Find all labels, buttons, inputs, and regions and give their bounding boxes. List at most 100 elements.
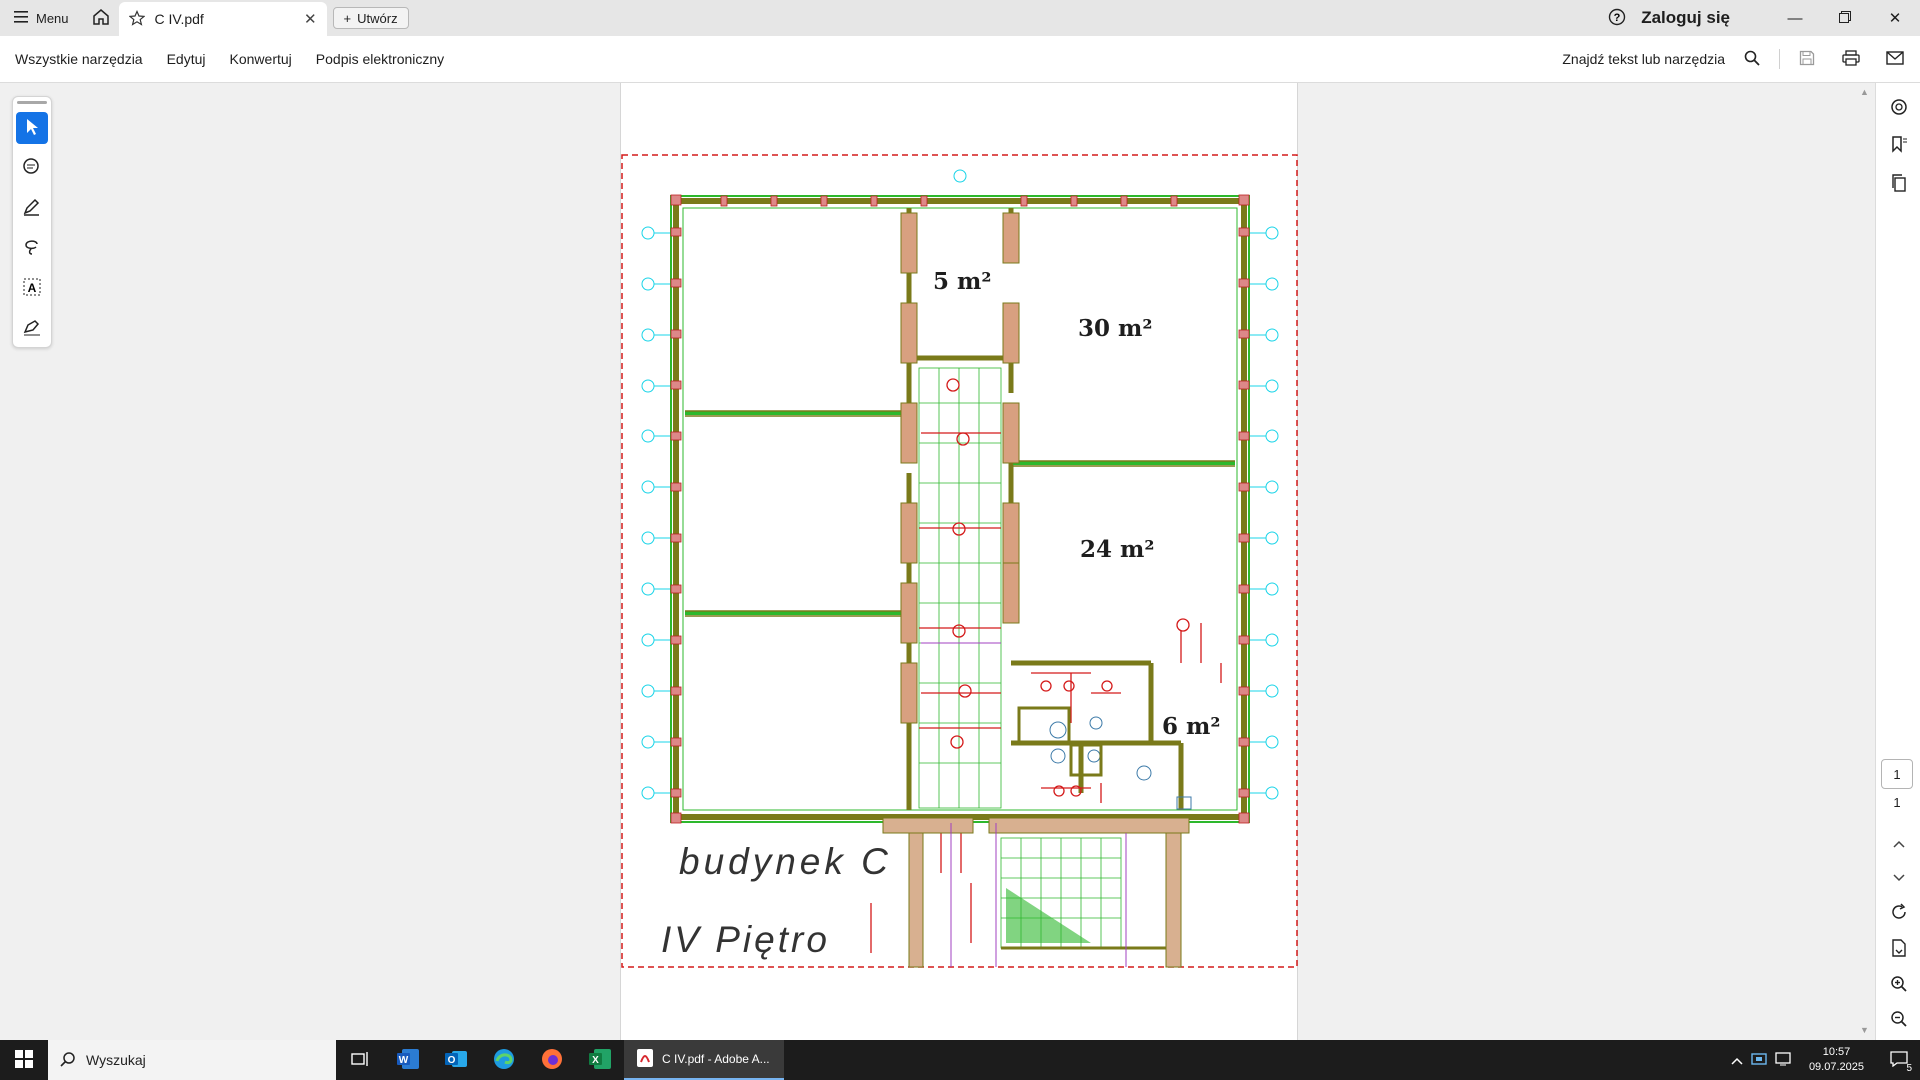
taskbar-search[interactable]: Wyszukaj bbox=[48, 1040, 336, 1080]
total-pages: 1 bbox=[1893, 795, 1901, 810]
login-button[interactable]: Zaloguj się bbox=[1641, 8, 1730, 28]
pen-icon bbox=[22, 197, 42, 220]
search-icon bbox=[60, 1051, 76, 1070]
menu-edit[interactable]: Edytuj bbox=[155, 51, 218, 67]
clock-date: 09.07.2025 bbox=[1808, 1061, 1864, 1073]
menu-convert[interactable]: Konwertuj bbox=[218, 51, 304, 67]
search-icon bbox=[1744, 50, 1760, 69]
close-icon: ✕ bbox=[1888, 10, 1902, 27]
print-icon bbox=[1842, 49, 1860, 69]
room-label-30: 30 m² bbox=[1078, 315, 1153, 342]
room-label-6: 6 m² bbox=[1162, 713, 1221, 740]
acrobat-taskbar-item[interactable]: C IV.pdf - Adobe A... bbox=[624, 1040, 784, 1080]
windows-icon bbox=[15, 1049, 33, 1071]
monitor-icon[interactable] bbox=[1775, 1051, 1791, 1069]
firefox-app[interactable] bbox=[528, 1040, 576, 1080]
zoom-out-icon bbox=[1890, 1010, 1908, 1031]
zoom-in-button[interactable] bbox=[1882, 968, 1916, 1002]
system-tray: 10:57 09.07.2025 5 bbox=[1731, 1040, 1920, 1080]
find-label[interactable]: Znajdź tekst lub narzędzia bbox=[1562, 51, 1725, 67]
outlook-icon: O bbox=[444, 1048, 468, 1073]
select-tool[interactable] bbox=[16, 112, 48, 144]
title-bar: Menu C IV.pdf ✕ + Utwórz ? Zaloguj się —… bbox=[0, 0, 1920, 36]
zoom-in-icon bbox=[1890, 975, 1908, 996]
network-icon[interactable] bbox=[1751, 1052, 1767, 1069]
pdf-page[interactable]: 5 m² 30 m² 24 m² 6 m² budynek C IV Piętr… bbox=[620, 83, 1298, 1040]
pages-icon bbox=[1890, 173, 1908, 195]
text-tool[interactable]: A bbox=[16, 272, 48, 304]
print-button[interactable] bbox=[1834, 42, 1868, 76]
current-page-input[interactable]: 1 bbox=[1881, 759, 1913, 789]
svg-text:A: A bbox=[28, 281, 37, 295]
close-tab-icon[interactable]: ✕ bbox=[304, 10, 317, 28]
comment-icon bbox=[22, 157, 42, 180]
notifications-button[interactable]: 5 bbox=[1882, 1040, 1916, 1080]
file-export-icon bbox=[1890, 938, 1908, 960]
firefox-icon bbox=[541, 1048, 563, 1073]
edge-app[interactable] bbox=[480, 1040, 528, 1080]
bookmark-icon bbox=[1890, 135, 1908, 156]
acrobat-icon bbox=[636, 1048, 654, 1071]
help-icon: ? bbox=[1608, 8, 1626, 29]
scroll-up-icon[interactable]: ▲ bbox=[1860, 87, 1869, 97]
save-button[interactable] bbox=[1790, 42, 1824, 76]
outlook-app[interactable]: O bbox=[432, 1040, 480, 1080]
menu-all-tools[interactable]: Wszystkie narzędzia bbox=[0, 51, 155, 67]
home-button[interactable] bbox=[83, 0, 119, 36]
tab-title: C IV.pdf bbox=[154, 11, 204, 27]
bookmarks-button[interactable] bbox=[1882, 128, 1916, 162]
task-view-button[interactable] bbox=[336, 1040, 384, 1080]
highlight-tool[interactable] bbox=[16, 192, 48, 224]
excel-icon: X bbox=[588, 1048, 612, 1073]
extract-button[interactable] bbox=[1882, 932, 1916, 966]
save-icon bbox=[1799, 50, 1815, 69]
document-viewport[interactable]: 5 m² 30 m² 24 m² 6 m² budynek C IV Piętr… bbox=[0, 83, 1875, 1040]
start-button[interactable] bbox=[0, 1040, 48, 1080]
pages-button[interactable] bbox=[1882, 167, 1916, 201]
restore-button[interactable] bbox=[1820, 0, 1870, 36]
building-label: budynek C bbox=[679, 841, 892, 882]
new-label: Utwórz bbox=[357, 10, 398, 26]
email-button[interactable] bbox=[1878, 42, 1912, 76]
comment-tool[interactable] bbox=[16, 152, 48, 184]
search-placeholder: Wyszukaj bbox=[86, 1052, 146, 1068]
text-box-icon: A bbox=[22, 277, 42, 300]
zoom-out-button[interactable] bbox=[1882, 1003, 1916, 1037]
menu-esign[interactable]: Podpis elektroniczny bbox=[304, 51, 456, 67]
sign-tool[interactable] bbox=[16, 312, 48, 344]
close-window-button[interactable]: ✕ bbox=[1870, 0, 1920, 36]
excel-app[interactable]: X bbox=[576, 1040, 624, 1080]
help-button[interactable]: ? bbox=[1599, 0, 1635, 36]
cursor-icon bbox=[24, 118, 40, 139]
word-app[interactable]: W bbox=[384, 1040, 432, 1080]
vertical-scrollbar[interactable]: ▲ ▼ bbox=[1856, 83, 1875, 1040]
new-button[interactable]: + Utwórz bbox=[332, 7, 409, 29]
rotate-icon bbox=[1890, 902, 1908, 924]
document-tab[interactable]: C IV.pdf ✕ bbox=[118, 2, 327, 36]
word-icon: W bbox=[396, 1048, 420, 1073]
restore-icon bbox=[1839, 10, 1851, 27]
floor-label: IV Piętro bbox=[661, 919, 830, 960]
clock-time: 10:57 bbox=[1822, 1046, 1851, 1058]
minimize-button[interactable]: — bbox=[1770, 0, 1820, 36]
plus-icon: + bbox=[343, 10, 352, 26]
palette-handle[interactable] bbox=[17, 101, 47, 104]
previous-page-button[interactable] bbox=[1882, 826, 1916, 860]
grid-markers bbox=[641, 169, 1279, 800]
next-page-button[interactable] bbox=[1882, 860, 1916, 894]
draw-tool[interactable] bbox=[16, 232, 48, 264]
notification-icon bbox=[1890, 1050, 1908, 1070]
scroll-down-icon[interactable]: ▼ bbox=[1860, 1025, 1869, 1035]
clock[interactable]: 10:57 09.07.2025 bbox=[1799, 1045, 1874, 1075]
tool-palette: A bbox=[12, 96, 52, 348]
search-button[interactable] bbox=[1735, 42, 1769, 76]
chevron-down-icon bbox=[1893, 869, 1905, 885]
menu-button[interactable]: Menu bbox=[0, 0, 83, 36]
chevron-up-icon[interactable] bbox=[1731, 1052, 1743, 1068]
home-icon bbox=[92, 8, 110, 28]
acrobat-taskbar-label: C IV.pdf - Adobe A... bbox=[662, 1052, 770, 1066]
ai-assistant-button[interactable] bbox=[1882, 91, 1916, 125]
hamburger-icon bbox=[14, 10, 28, 26]
rotate-button[interactable] bbox=[1882, 896, 1916, 930]
star-icon[interactable] bbox=[128, 9, 146, 29]
